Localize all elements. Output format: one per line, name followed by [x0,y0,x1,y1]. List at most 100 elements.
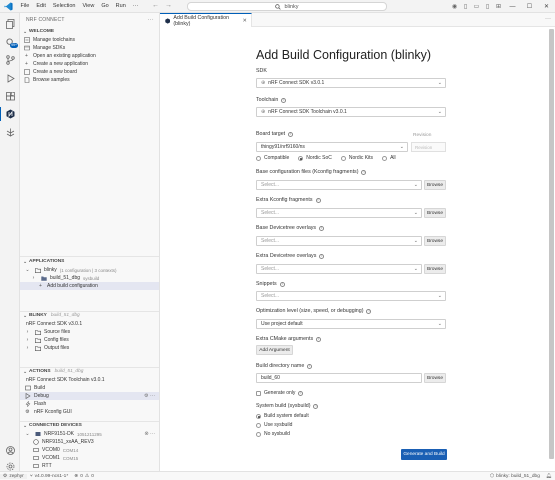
editor-scrollbar[interactable] [547,27,555,471]
extra-kconfig-browse-button[interactable]: Browse [424,208,446,218]
menu-file[interactable]: File [17,3,33,9]
toolchain-select[interactable]: ⊕ nRF Connect SDK Toolchain v3.0.1 ⌄ [256,107,446,117]
info-icon[interactable]: i [316,336,322,342]
source-files-item[interactable]: › Source files [20,328,159,336]
build-context-indicator[interactable]: ⬡ blinky: build_51_dbg [487,474,543,479]
menu-edit[interactable]: Edit [33,3,49,9]
menu-selection[interactable]: Selection [49,3,79,9]
info-icon[interactable]: i [298,390,304,396]
command-center-search[interactable]: blinky [187,2,387,11]
action-flash[interactable]: Flash [20,400,159,408]
scrollbar-thumb[interactable] [549,29,554,459]
device-port-vcom1[interactable]: VCOM1 COM15 [20,454,159,462]
debug-settings-icon[interactable]: ⚙ ··· [144,393,155,399]
action-build[interactable]: Build [20,384,159,392]
info-icon[interactable]: i [281,97,287,103]
remote-indicator[interactable]: ⚙ zephyr [0,473,27,479]
device-rtt[interactable]: RTT [20,462,159,470]
editor-more-icon[interactable]: ··· [545,16,551,22]
device-port-vcom0[interactable]: VCOM0 COM14 [20,446,159,454]
source-control-icon[interactable] [0,53,20,67]
info-icon[interactable]: i [313,403,319,409]
problems-indicator[interactable]: ⊗ 0 ⚠ 0 [71,474,97,479]
radio-build-system-default[interactable] [256,413,261,419]
close-tab-icon[interactable]: ✕ [243,18,247,24]
welcome-item-create-board[interactable]: Create a new board [20,68,159,76]
sidebar-more-icon[interactable]: ··· [147,17,154,23]
search-view-icon[interactable]: 99+ [0,35,20,49]
customize-layout-icon[interactable]: ⊞ [493,3,504,10]
info-icon[interactable]: i [319,225,325,231]
radio-all[interactable] [382,155,388,161]
info-icon[interactable]: i [315,197,321,203]
extra-kconfig-select[interactable]: Select... ⌄ [256,208,422,218]
device-core-item[interactable]: NRF9151_xxAA_REV3 [20,438,159,446]
devices-section-header[interactable]: ⌄ CONNECTED DEVICES [20,421,159,430]
radio-no-sysbuild[interactable] [256,431,261,437]
back-arrow-icon[interactable]: ← [152,2,159,9]
sdk-select[interactable]: ⊕ nRF Connect SDK v3.0.1 ⌄ [256,78,446,88]
build-dir-input[interactable]: build_60 [256,373,422,383]
welcome-item-manage-sdks[interactable]: Manage SDKs [20,44,159,52]
extra-overlay-browse-button[interactable]: Browse [424,264,446,274]
welcome-item-create-application[interactable]: + Create a new application [20,60,159,68]
device-actions-icon[interactable]: ⊗ ··· [144,431,155,437]
board-target-select[interactable]: thingy91/nrf9160/ns ⌄ [256,142,408,152]
radio-use-sysbuild[interactable] [256,422,261,428]
build-item-build-51-dbg[interactable]: › build_51_dbg sysbuild [20,274,159,282]
minimize-button[interactable]: — [504,4,521,10]
account-icon[interactable] [0,443,20,457]
forward-arrow-icon[interactable]: → [165,2,172,9]
extra-overlay-select[interactable]: Select... ⌄ [256,264,422,274]
generate-only-checkbox[interactable] [256,390,261,396]
base-config-select[interactable]: Select... ⌄ [256,180,422,190]
menu-more[interactable]: ··· [129,3,142,9]
applications-section-header[interactable]: ⌄ APPLICATIONS [20,257,159,266]
branch-indicator[interactable]: ⑂ v4.0.99-ncs1-1* [27,473,72,480]
run-debug-icon[interactable] [0,71,20,85]
layout-sidebar-icon[interactable]: ▯ [460,3,471,10]
info-icon[interactable]: i [279,281,285,287]
info-icon[interactable]: i [319,253,325,259]
welcome-item-manage-toolchains[interactable]: Manage toolchains [20,36,159,44]
snippets-select[interactable]: Select... ⌄ [256,291,446,301]
optimization-select[interactable]: Use project default ⌄ [256,319,446,329]
welcome-item-open-existing[interactable]: + Open an existing application [20,52,159,60]
actions-section-header[interactable]: ⌄ ACTIONS build_51_dbg [20,367,159,376]
base-overlay-select[interactable]: Select... ⌄ [256,236,422,246]
welcome-section-header[interactable]: ⌄ WELCOME [20,27,159,36]
tab-add-build-configuration[interactable]: Add Build Configuration (blinky) ✕ [160,13,252,27]
device-nrf9151-dk[interactable]: ⌄ NRF9151-DK 1051211295 ⊗ ··· [20,430,159,438]
copilot-icon[interactable]: ◉ [449,3,460,10]
build-dir-browse-button[interactable]: Browse [424,373,446,383]
explorer-icon[interactable] [0,17,20,31]
generate-and-build-button[interactable]: Generate and Build [401,449,447,460]
revision-input[interactable]: Revision [411,142,446,152]
nrf-connect-icon[interactable] [0,107,20,121]
device-tree-icon[interactable] [0,125,20,139]
action-kconfig-gui[interactable]: ⚙ nRF Kconfig GUI [20,408,159,416]
extensions-icon[interactable] [0,89,20,103]
maximize-button[interactable]: ☐ [521,3,538,10]
menu-go[interactable]: Go [98,3,112,9]
action-debug[interactable]: Debug ⚙ ··· [20,392,159,400]
layout-panel-icon[interactable]: ▭ [471,3,482,10]
add-build-configuration-item[interactable]: + Add build configuration [20,282,159,290]
info-icon[interactable]: i [307,363,313,369]
info-icon[interactable]: i [361,169,367,175]
info-icon[interactable]: i [288,131,294,137]
welcome-item-browse-samples[interactable]: Browse samples [20,76,159,84]
radio-nordic-soc[interactable] [298,155,304,161]
menu-view[interactable]: View [79,3,98,9]
add-argument-button[interactable]: Add Argument [256,345,293,355]
layout-secondary-icon[interactable]: ▯ [482,3,493,10]
config-files-item[interactable]: › Config files [20,336,159,344]
info-icon[interactable]: i [366,308,372,314]
output-files-item[interactable]: › Output files [20,344,159,352]
base-overlay-browse-button[interactable]: Browse [424,236,446,246]
application-item-blinky[interactable]: ⌄ blinky (1 configuration | 3 contexts) [20,266,159,274]
notifications-indicator[interactable]: 🔔︎ [543,474,555,479]
close-window-button[interactable]: ✕ [538,3,555,10]
radio-compatible[interactable] [256,155,261,161]
base-config-browse-button[interactable]: Browse [424,180,446,190]
